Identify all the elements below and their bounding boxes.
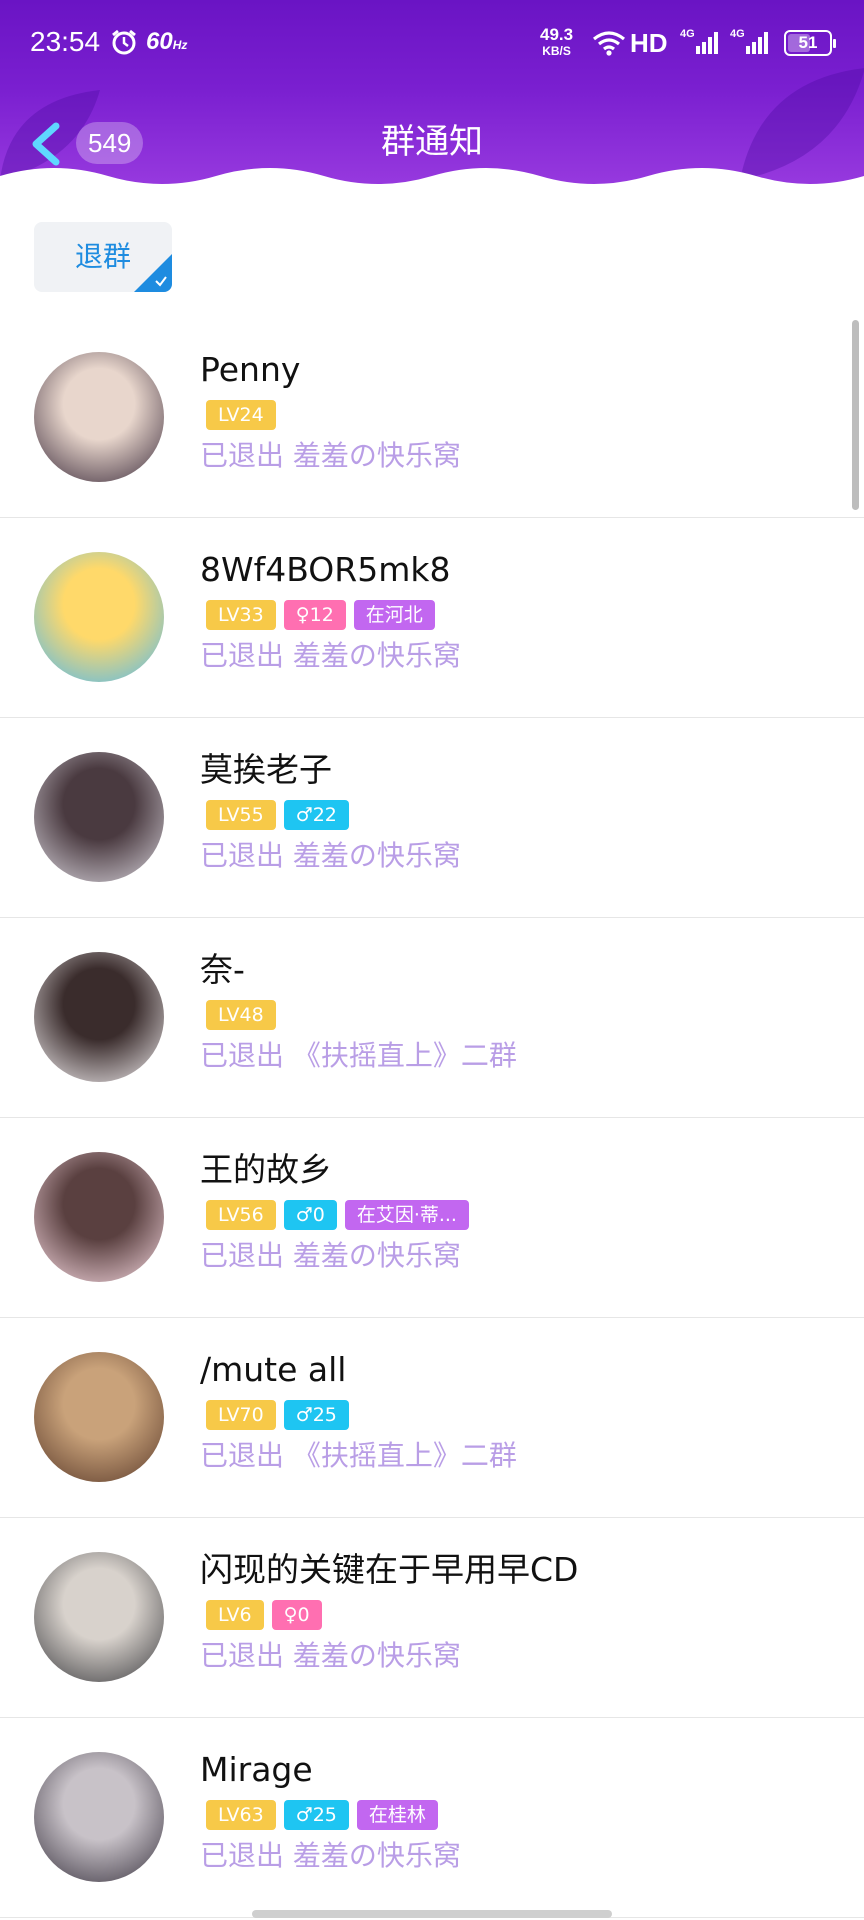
avatar[interactable] [34,352,164,482]
hd-indicator: HD [630,28,668,58]
location-badge: 在桂林 [356,1800,438,1830]
avatar[interactable] [34,552,164,682]
list-item[interactable]: Penny LV24 已退出 羞羞の快乐窝 [0,318,864,518]
avatar[interactable] [34,1152,164,1282]
member-name: Penny [200,350,301,389]
member-badges: LV6 ♀0 [206,1600,322,1630]
quit-status-text: 已退出 羞羞の快乐窝 [200,1839,461,1872]
list-item[interactable]: 8Wf4BOR5mk8 LV33 ♀12 在河北已退出 羞羞の快乐窝 [0,518,864,718]
status-time: 23:54 [30,26,101,57]
quit-status-text: 已退出 羞羞の快乐窝 [200,439,461,472]
male-age-badge: ♂0 [283,1200,337,1230]
location-badge: 在河北 [353,600,435,630]
signal-icon: 4G [680,28,720,63]
status-bar: 23:54 60Hz 49.3 KB/S HD 4G 4G 51 [0,0,864,88]
list-item[interactable]: /mute all LV70 ♂25 已退出 《扶摇直上》二群 [0,1318,864,1518]
signal-icon: 4G [730,28,770,63]
refresh-rate: 60Hz [146,28,188,55]
male-age-badge: ♂25 [283,1400,349,1430]
member-name: 王的故乡 [200,1150,332,1189]
level-badge: LV70 [206,1400,276,1430]
male-age-badge: ♂25 [283,1800,349,1830]
member-name: 8Wf4BOR5mk8 [200,550,451,589]
check-icon [155,276,167,287]
battery-icon: 51 [784,30,836,56]
quit-status-text: 已退出 羞羞の快乐窝 [200,839,461,872]
male-age-badge: ♂22 [283,800,349,830]
member-name: 奈- [200,950,245,989]
member-list: Penny LV24 已退出 羞羞の快乐窝 8Wf4BOR5mk8 LV33 ♀12 在河北… [0,318,864,1918]
avatar[interactable] [34,1752,164,1882]
member-badges: LV33 ♀12 在河北 [206,600,435,630]
female-age-badge: ♀0 [271,1600,322,1630]
avatar[interactable] [34,952,164,1082]
member-name: 莫挨老子 [200,750,332,789]
scrollbar[interactable] [852,320,859,510]
quit-status-text: 已退出 羞羞の快乐窝 [200,639,461,672]
list-item[interactable]: Mirage LV63 ♂25 在桂林已退出 羞羞の快乐窝 [0,1718,864,1918]
network-speed: 49.3 KB/S [540,25,574,58]
member-badges: LV56 ♂0 在艾因·蒂... [206,1200,469,1230]
level-badge: LV48 [206,1000,276,1030]
filter-chip-quit-group[interactable]: 退群 [34,222,172,292]
battery-level: 51 [798,33,818,52]
quit-status-text: 已退出 羞羞の快乐窝 [200,1239,461,1272]
member-name: Mirage [200,1750,313,1789]
quit-status-text: 已退出 羞羞の快乐窝 [200,1639,461,1672]
page-title: 群通知 [381,122,483,162]
quit-status-text: 已退出 《扶摇直上》二群 [200,1439,517,1472]
alarm-icon [112,29,136,55]
level-badge: LV63 [206,1800,276,1830]
level-badge: LV33 [206,600,276,630]
home-indicator[interactable] [252,1910,612,1918]
level-badge: LV56 [206,1200,276,1230]
quit-status-text: 已退出 《扶摇直上》二群 [200,1039,517,1072]
location-badge: 在艾因·蒂... [344,1200,469,1230]
member-badges: LV63 ♂25 在桂林 [206,1800,438,1830]
filter-chip-label: 退群 [74,240,131,273]
list-item[interactable]: 闪现的关键在于早用早CD LV6 ♀0 已退出 羞羞の快乐窝 [0,1518,864,1718]
member-name: /mute all [200,1350,347,1389]
level-badge: LV24 [206,400,276,430]
avatar[interactable] [34,752,164,882]
member-badges: LV70 ♂25 [206,1400,349,1430]
female-age-badge: ♀12 [283,600,346,630]
member-badges: LV24 [206,400,276,430]
list-item[interactable]: 莫挨老子 LV55 ♂22 已退出 羞羞の快乐窝 [0,718,864,918]
member-badges: LV55 ♂22 [206,800,349,830]
list-item[interactable]: 王的故乡 LV56 ♂0 在艾因·蒂... 已退出 羞羞の快乐窝 [0,1118,864,1318]
level-badge: LV55 [206,800,276,830]
level-badge: LV6 [206,1600,264,1630]
member-badges: LV48 [206,1000,276,1030]
list-item[interactable]: 奈- LV48 已退出 《扶摇直上》二群 [0,918,864,1118]
wifi-icon [593,31,625,56]
member-name: 闪现的关键在于早用早CD [200,1550,579,1589]
avatar[interactable] [34,1552,164,1682]
avatar[interactable] [34,1352,164,1482]
